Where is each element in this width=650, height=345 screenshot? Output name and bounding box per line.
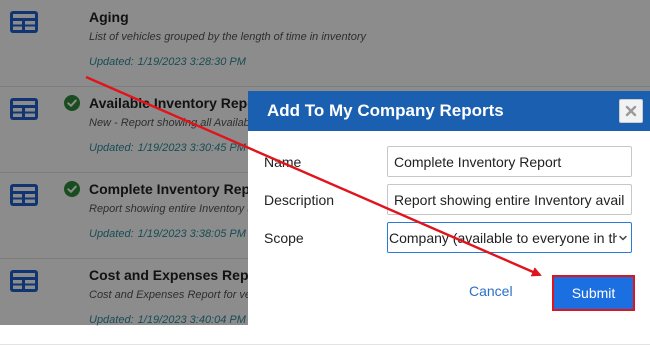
dialog-title: Add To My Company Reports [267, 101, 504, 120]
dialog-header: Add To My Company Reports [248, 91, 650, 131]
name-label: Name [264, 154, 302, 170]
submit-button[interactable]: Submit [552, 275, 635, 311]
name-input[interactable] [387, 146, 632, 177]
description-input[interactable] [387, 184, 632, 215]
add-to-company-reports-dialog: Add To My Company Reports Name Descripti… [248, 91, 650, 325]
close-button[interactable] [619, 99, 643, 123]
close-icon [625, 105, 637, 117]
scope-label: Scope [264, 230, 304, 246]
cancel-button[interactable]: Cancel [469, 283, 513, 299]
chevron-down-icon [619, 235, 627, 241]
scope-select-value: Company (available to everyone in the co… [389, 230, 617, 246]
scope-select[interactable]: Company (available to everyone in the co… [387, 222, 632, 253]
description-label: Description [264, 192, 335, 208]
